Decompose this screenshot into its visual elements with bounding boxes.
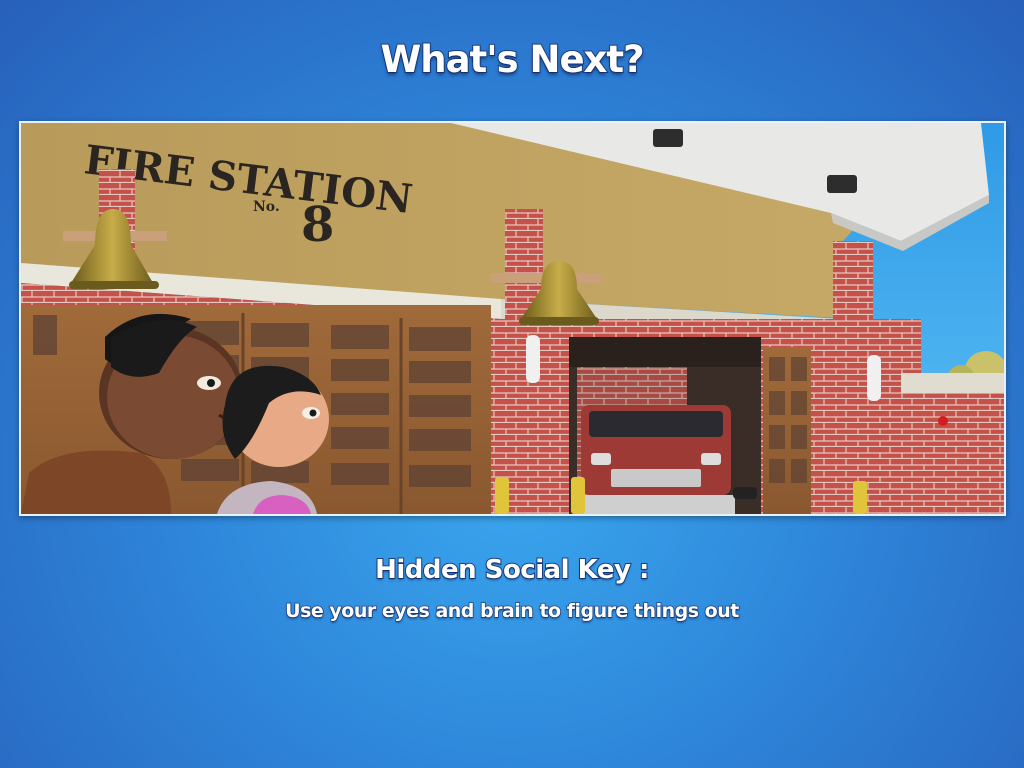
- fire-station-scene: FIRE STATION No. 8: [21, 123, 1004, 514]
- hidden-social-key-heading: Hidden Social Key :: [374, 554, 650, 586]
- station-number: 8: [301, 197, 334, 253]
- station-number-prefix: No.: [253, 199, 280, 215]
- scene-image: FIRE STATION No. 8: [19, 121, 1006, 516]
- hidden-social-key-description: Use your eyes and brain to figure things…: [284, 599, 740, 623]
- page-title: What's Next?: [379, 37, 645, 82]
